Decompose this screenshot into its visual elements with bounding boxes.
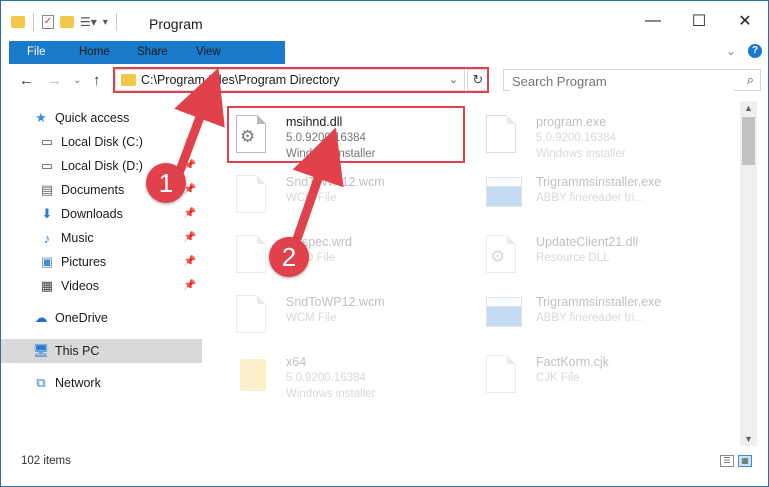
- annotation-arrows: [174, 67, 344, 241]
- arrow-to-address-bar: [174, 67, 225, 175]
- step-2-badge: 2: [269, 237, 309, 277]
- arrow-to-file: [292, 127, 344, 241]
- explorer-window: ✓ ☰▾ ▾ Program — ☐ ✕ File Home Share Vie…: [0, 0, 769, 487]
- step-1-badge: 1: [146, 163, 186, 203]
